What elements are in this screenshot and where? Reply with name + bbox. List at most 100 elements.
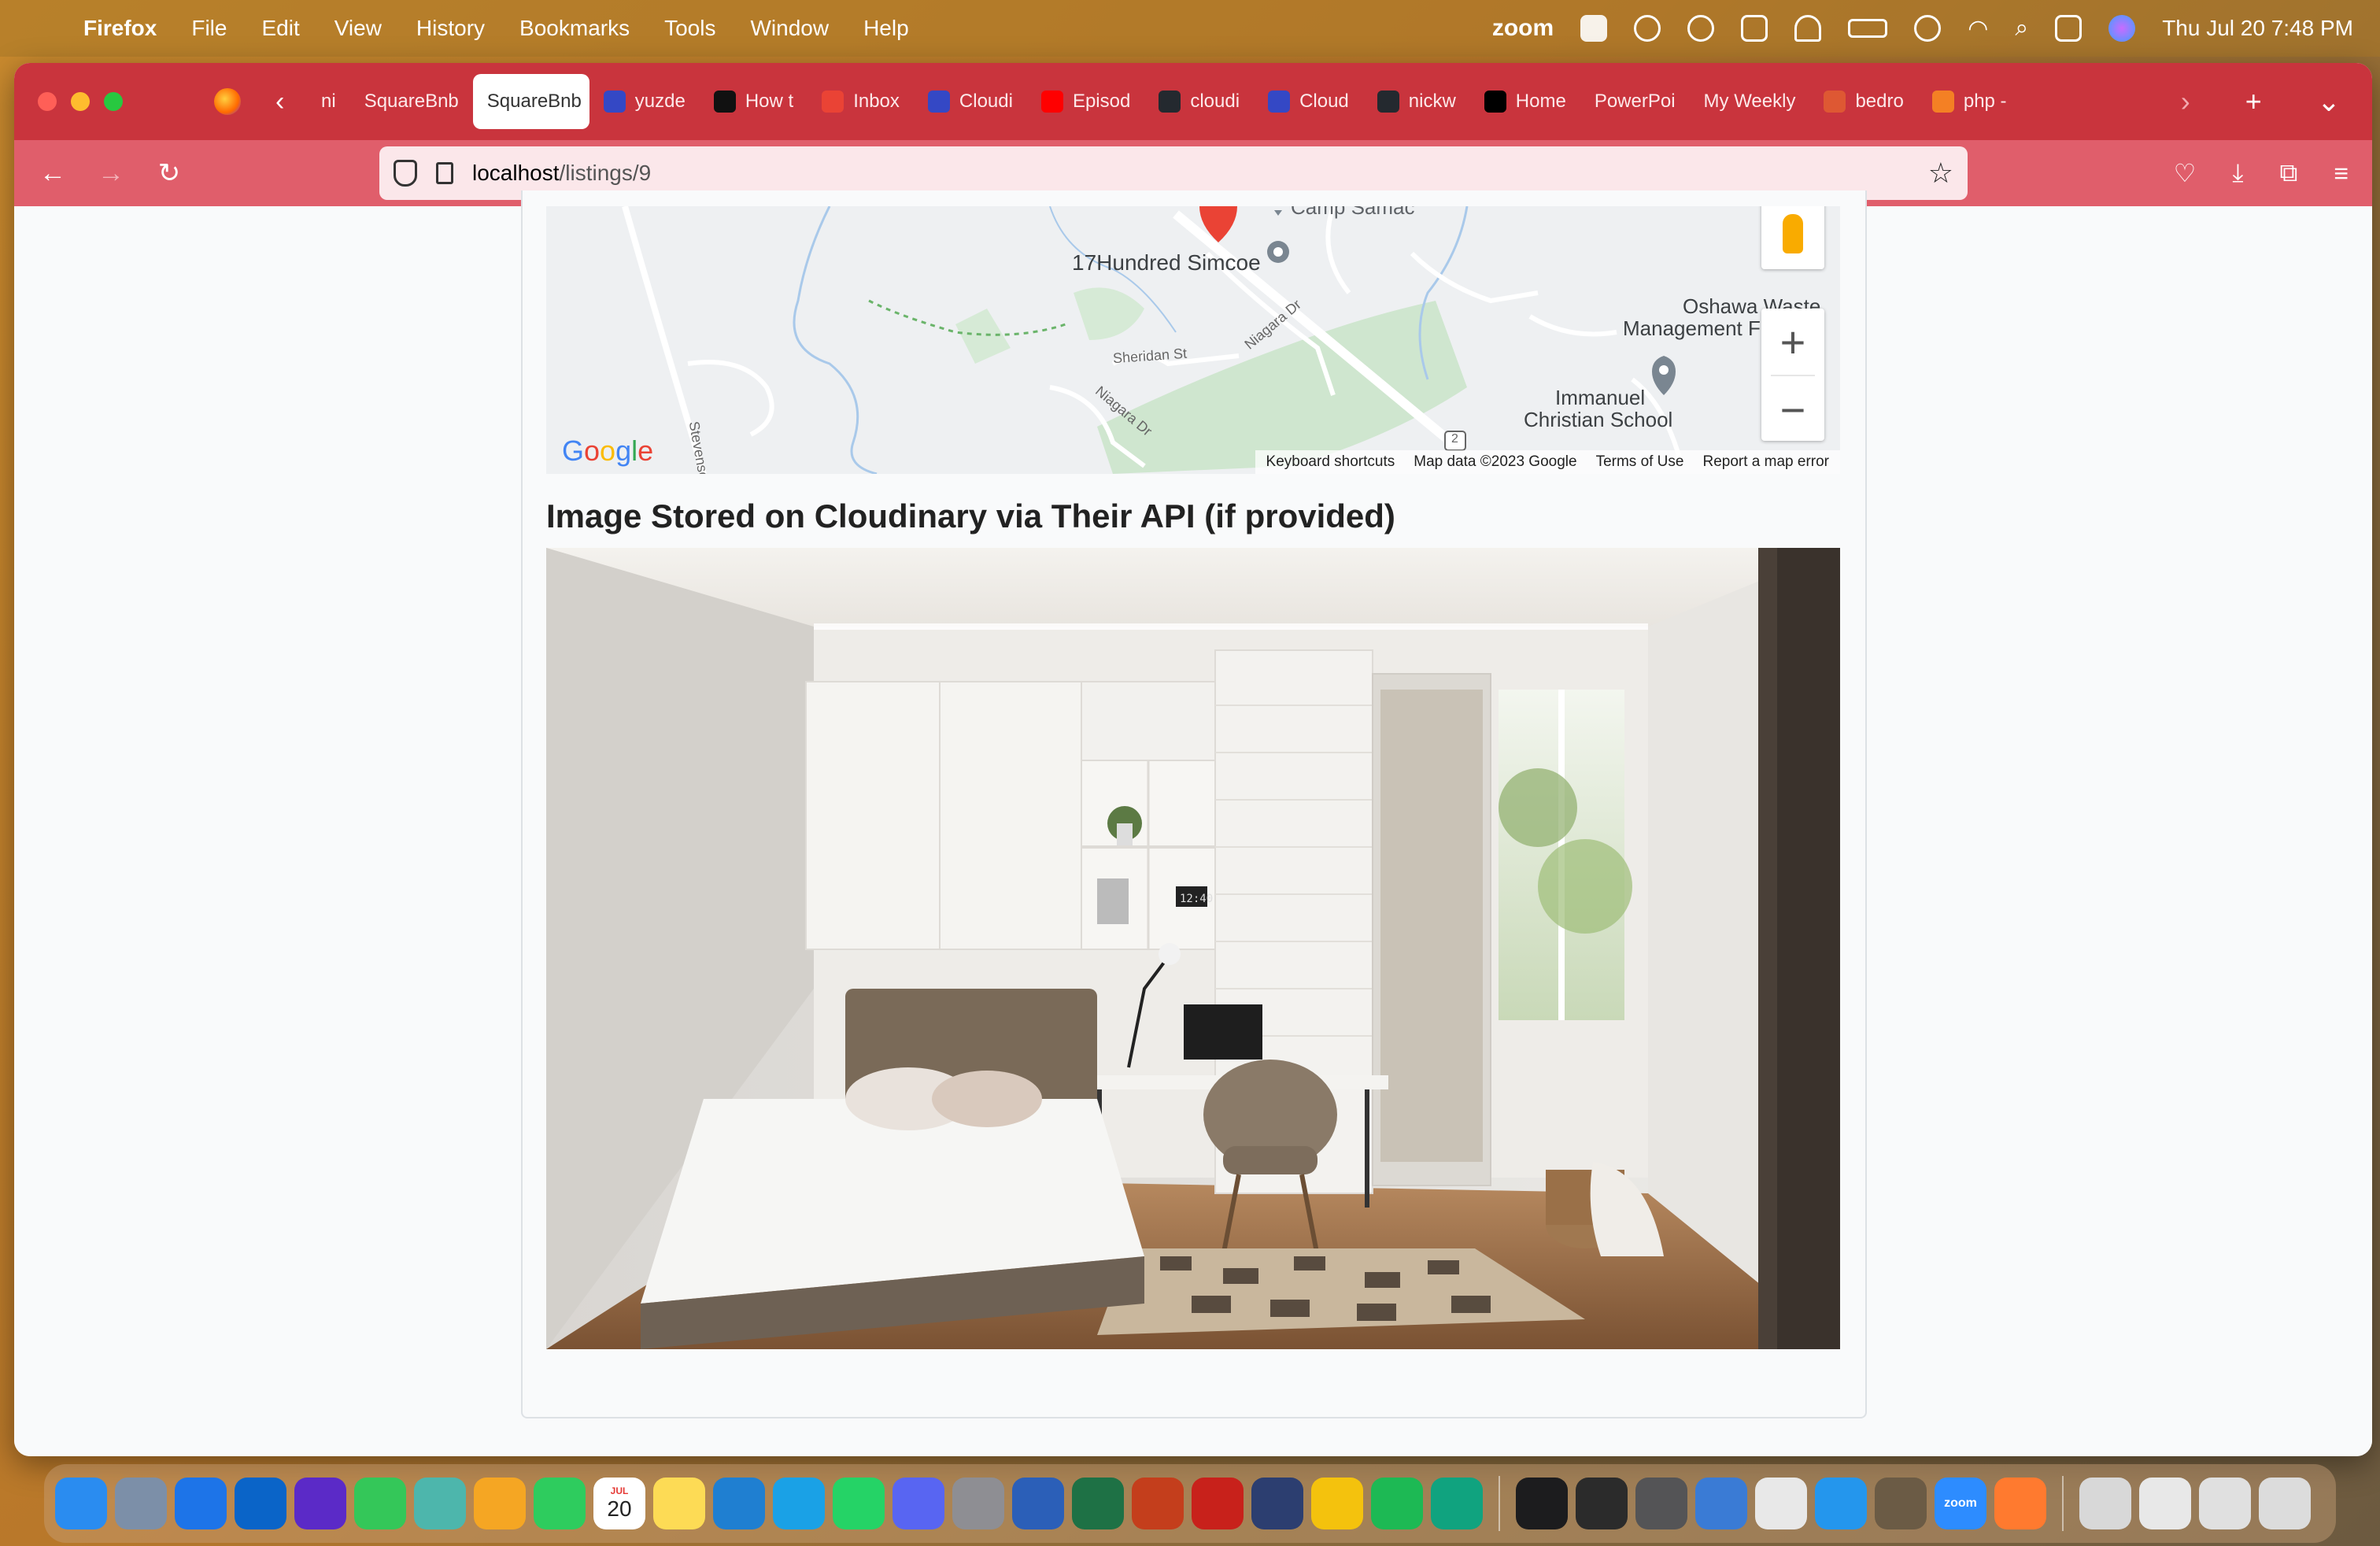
control-center-icon[interactable] <box>2055 15 2082 42</box>
menu-window[interactable]: Window <box>750 16 829 41</box>
tab[interactable]: Cloudi <box>914 74 1027 129</box>
tab[interactable]: Home <box>1470 74 1580 129</box>
activity-monitor-icon[interactable] <box>1516 1478 1568 1529</box>
checkmark-status-icon[interactable] <box>1580 15 1608 42</box>
tab[interactable]: ni <box>307 74 350 129</box>
spotify-icon[interactable] <box>1371 1478 1423 1529</box>
map-label-oshawa-management[interactable]: Management Fa <box>1623 316 1772 341</box>
tracking-protection-shield-icon[interactable] <box>394 160 417 187</box>
launchpad-icon[interactable] <box>115 1478 167 1529</box>
downloads-icon[interactable]: ⤓ <box>2232 158 2243 188</box>
copilot-icon[interactable] <box>1695 1478 1747 1529</box>
reload-button[interactable]: ↻ <box>140 157 198 189</box>
close-window-button[interactable] <box>38 92 57 111</box>
gimp-icon[interactable] <box>1875 1478 1927 1529</box>
tab[interactable]: My Weekly <box>1690 74 1810 129</box>
list-all-tabs-icon[interactable]: ⌄ <box>2317 85 2341 118</box>
word-icon[interactable] <box>1012 1478 1064 1529</box>
tab[interactable]: Episod <box>1027 74 1144 129</box>
pocket-icon[interactable]: ♡ <box>2174 158 2197 188</box>
arc-status-icon[interactable] <box>1687 15 1715 42</box>
extensions-icon[interactable]: ⧉ <box>2279 158 2297 188</box>
map-label-immanuel[interactable]: Immanuel <box>1555 386 1645 410</box>
wifi-icon[interactable]: ◠ <box>1968 15 1988 43</box>
xcode-icon[interactable] <box>1755 1478 1807 1529</box>
tabs-scroll-left-icon[interactable]: ‹ <box>275 87 299 117</box>
forward-button[interactable]: → <box>82 158 140 189</box>
system-settings-icon[interactable] <box>952 1478 1004 1529</box>
url-text[interactable]: localhost/listings/9 <box>472 161 651 186</box>
menu-edit[interactable]: Edit <box>261 16 299 41</box>
map-label-17hundred-simcoe[interactable]: 17Hundred Simcoe <box>1072 250 1261 276</box>
play-status-icon[interactable] <box>1914 15 1942 42</box>
discord-icon[interactable] <box>893 1478 944 1529</box>
menu-view[interactable]: View <box>334 16 382 41</box>
google-map[interactable]: Camp Samac 17Hundred Simcoe Oshawa Waste… <box>546 206 1840 474</box>
menu-bookmarks[interactable]: Bookmarks <box>519 16 630 41</box>
menubar-datetime[interactable]: Thu Jul 20 7:48 PM <box>2162 16 2353 41</box>
tab[interactable]: bedro <box>1809 74 1917 129</box>
docker-status-icon[interactable] <box>1634 15 1661 42</box>
firefox-view-icon[interactable] <box>214 88 241 115</box>
tab[interactable]: Cloud <box>1254 74 1363 129</box>
calculator-icon[interactable] <box>1635 1478 1687 1529</box>
photos-icon[interactable] <box>474 1478 526 1529</box>
terms-of-use-link[interactable]: Terms of Use <box>1596 453 1684 471</box>
outlook-icon[interactable] <box>235 1478 286 1529</box>
chatgpt-icon[interactable] <box>1431 1478 1483 1529</box>
outlook-status-icon[interactable] <box>1741 15 1768 42</box>
tab[interactable]: yuzde <box>589 74 700 129</box>
tab[interactable]: SquareBnb <box>350 74 473 129</box>
safari-icon[interactable] <box>175 1478 227 1529</box>
tab[interactable]: cloudi <box>1144 74 1254 129</box>
minimize-window-button[interactable] <box>71 92 90 111</box>
menu-help[interactable]: Help <box>863 16 909 41</box>
finder-icon[interactable] <box>55 1478 107 1529</box>
zoom-status-label[interactable]: zoom <box>1492 15 1554 42</box>
report-map-error-link[interactable]: Report a map error <box>1702 453 1829 471</box>
screenshots-stack-icon[interactable] <box>2199 1478 2251 1529</box>
app-menu-icon[interactable]: ≡ <box>2334 159 2349 188</box>
documents-stack-icon[interactable] <box>2139 1478 2191 1529</box>
google-logo[interactable]: Google <box>562 435 653 468</box>
menu-tools[interactable]: Tools <box>664 16 715 41</box>
docker-icon[interactable] <box>1815 1478 1867 1529</box>
map-label-christian-school[interactable]: Christian School <box>1524 408 1672 432</box>
acrobat-icon[interactable] <box>1192 1478 1244 1529</box>
pen-icon[interactable] <box>1994 1478 2046 1529</box>
whatsapp-icon[interactable] <box>833 1478 885 1529</box>
notes-icon[interactable] <box>653 1478 705 1529</box>
calendar-icon[interactable]: JUL 20 <box>593 1478 645 1529</box>
mysql-workbench-icon[interactable] <box>1251 1478 1303 1529</box>
spotlight-search-icon[interactable]: ⌕ <box>2015 15 2028 42</box>
keyboard-shortcuts-link[interactable]: Keyboard shortcuts <box>1266 453 1395 471</box>
tabs-scroll-right-icon[interactable]: › <box>2181 85 2190 118</box>
tab[interactable]: Inbox <box>808 74 914 129</box>
back-button[interactable]: ← <box>24 158 82 189</box>
street-view-pegman[interactable] <box>1761 206 1824 269</box>
figure-status-icon[interactable] <box>1794 15 1822 42</box>
menu-history[interactable]: History <box>416 16 485 41</box>
zoom-out-button[interactable]: − <box>1761 376 1824 442</box>
facetime-icon[interactable] <box>534 1478 586 1529</box>
terminal-icon[interactable] <box>1576 1478 1628 1529</box>
tab-active[interactable]: SquareBnb× <box>472 74 589 129</box>
zoom-in-button[interactable]: + <box>1761 309 1824 375</box>
menu-file[interactable]: File <box>191 16 227 41</box>
tab[interactable]: php - <box>1918 74 2021 129</box>
siri-icon[interactable] <box>2108 15 2136 42</box>
trash-icon[interactable] <box>2259 1478 2311 1529</box>
skype-icon[interactable] <box>773 1478 825 1529</box>
menu-app-name[interactable]: Firefox <box>83 16 157 41</box>
firefox-icon[interactable] <box>294 1478 346 1529</box>
battery-icon[interactable] <box>1848 19 1888 38</box>
powerpoint-icon[interactable] <box>1132 1478 1184 1529</box>
vscode-icon[interactable] <box>713 1478 765 1529</box>
zoom-icon[interactable]: zoom <box>1935 1478 1986 1529</box>
excel-icon[interactable] <box>1072 1478 1124 1529</box>
maximize-window-button[interactable] <box>104 92 123 111</box>
chrome-icon[interactable] <box>1311 1478 1363 1529</box>
new-tab-button[interactable]: + <box>2245 85 2262 118</box>
downloads-stack-icon[interactable] <box>2079 1478 2131 1529</box>
maps-icon[interactable] <box>414 1478 466 1529</box>
